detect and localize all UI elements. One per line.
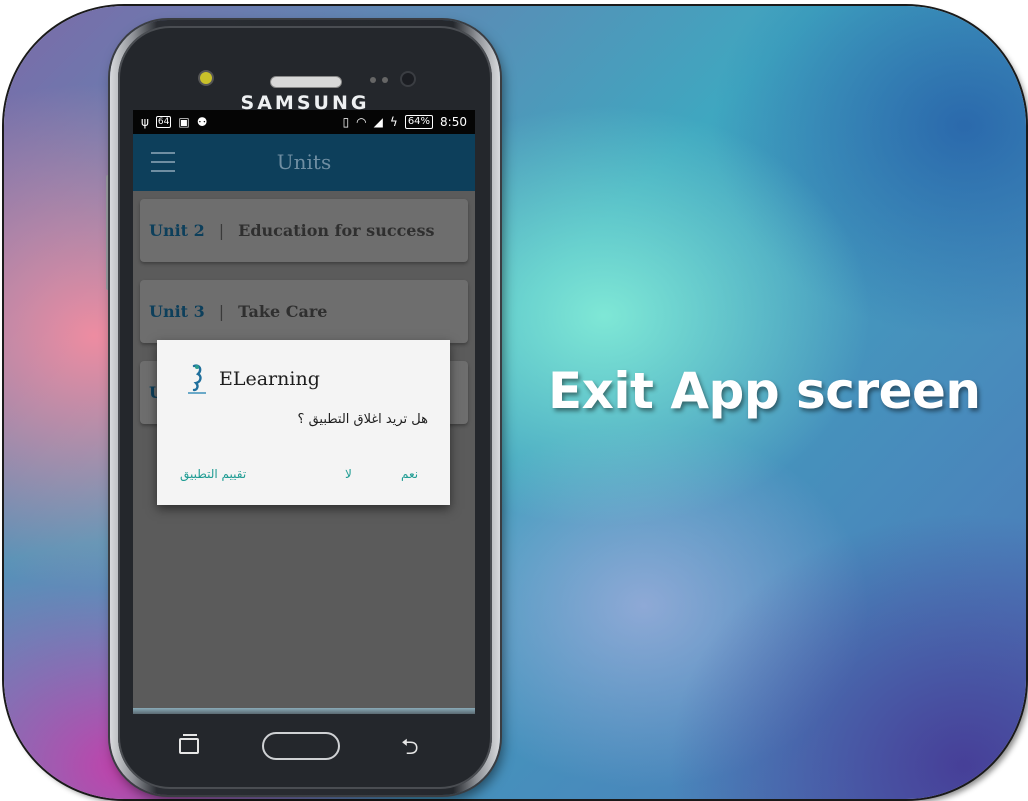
exit-dialog: ELearning هل تريد اغلاق التطبيق ؟ تقييم … [157, 340, 450, 505]
back-icon[interactable]: ⮌ [401, 730, 419, 768]
wifi-icon: ◠ [356, 115, 367, 129]
dialog-title: ELearning [219, 368, 320, 390]
unit-number: Unit 2 [149, 221, 205, 240]
clock: 8:50 [440, 115, 467, 129]
unit-number: Unit 3 [149, 302, 205, 321]
app-bar: Units [133, 134, 475, 191]
earpiece-speaker [270, 76, 342, 88]
charging-icon: ϟ [389, 115, 398, 129]
status-bar: ψ 64 ▣ ⚉ ▯ ◠ ◢ ϟ 64% 8:50 [133, 110, 475, 134]
vibrate-icon: ▯ [342, 115, 350, 129]
sim-icon: 64 [155, 116, 172, 128]
battery-indicator: 64% [404, 115, 434, 129]
unit-separator: | [218, 221, 225, 240]
proximity-sensor [370, 77, 376, 83]
front-camera [402, 73, 414, 85]
recent-apps-icon[interactable] [179, 734, 199, 754]
front-flash [200, 72, 212, 84]
unit-title: Education for success [238, 221, 435, 240]
home-button[interactable] [262, 732, 340, 760]
unit-title: Take Care [238, 302, 328, 321]
elearning-logo-icon [188, 364, 206, 394]
dialog-message: هل تريد اغلاق التطبيق ؟ [297, 412, 428, 427]
unit-card[interactable]: Unit 2 | Education for success [140, 199, 468, 262]
page-title: Units [276, 150, 332, 174]
image-icon: ▣ [178, 115, 190, 129]
no-button[interactable]: لا [345, 467, 352, 481]
yes-button[interactable]: نعم [401, 467, 418, 481]
nav-bar: ⮌ [133, 716, 475, 772]
unit-card[interactable]: Unit 3 | Take Care [140, 280, 468, 343]
usb-icon: ψ [141, 115, 149, 129]
headline: Exit App screen [548, 362, 981, 420]
rate-app-button[interactable]: تقييم التطبيق [180, 467, 246, 481]
unit-separator: | [218, 302, 225, 321]
screen-bottom-edge [133, 708, 475, 714]
light-sensor [382, 77, 388, 83]
signal-icon: ◢ [373, 115, 383, 129]
android-icon: ⚉ [196, 115, 208, 129]
